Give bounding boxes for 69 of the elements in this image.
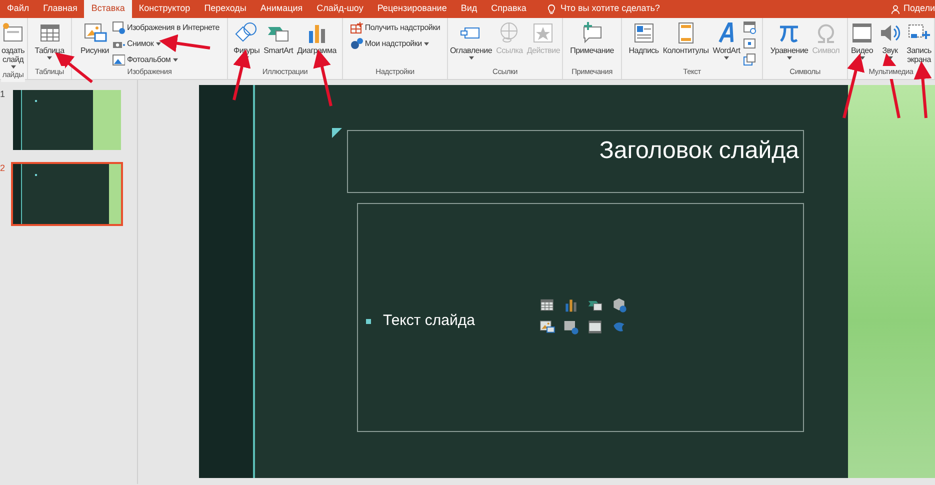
caret-icon bbox=[47, 56, 52, 60]
ribbon-tab[interactable]: Справка bbox=[484, 0, 534, 18]
ribbon-tab[interactable]: Переходы bbox=[197, 0, 254, 18]
bullet-icon bbox=[366, 318, 371, 324]
share-button[interactable]: Подели bbox=[903, 2, 935, 16]
bar-chart-icon[interactable] bbox=[563, 297, 579, 313]
date-time-icon[interactable] bbox=[743, 21, 756, 34]
ribbon-tab[interactable]: Конструктор bbox=[132, 0, 198, 18]
caret-icon bbox=[724, 56, 730, 60]
ribbon-tab[interactable]: Вид bbox=[454, 0, 484, 18]
ribbon-button[interactable]: Звук bbox=[877, 21, 903, 60]
ribbon-tab[interactable]: Слайд-шоу bbox=[310, 0, 370, 18]
ribbon-button[interactable]: Примечание bbox=[569, 21, 615, 56]
search-field[interactable]: Что вы хотите сделать? bbox=[560, 2, 660, 16]
caret-icon bbox=[468, 56, 474, 60]
slide-thumbnail[interactable] bbox=[11, 162, 123, 226]
caret-icon bbox=[786, 56, 792, 60]
online-picture-icon[interactable] bbox=[563, 319, 579, 335]
ribbon-button[interactable]: Таблица bbox=[34, 21, 66, 60]
picture-icon bbox=[82, 21, 107, 45]
ribbon-button[interactable]: Фотоальбом bbox=[112, 53, 220, 66]
ribbon-button[interactable]: Уравнение bbox=[769, 21, 810, 60]
annotation-arrow bbox=[842, 53, 865, 118]
slide-number: 1 bbox=[0, 88, 6, 101]
ribbon-button[interactable]: Рисунки bbox=[80, 21, 110, 56]
ribbon-button[interactable]: Диаграмма bbox=[296, 21, 338, 56]
ribbon-button[interactable]: Фигуры bbox=[232, 21, 261, 60]
text-box-icon bbox=[632, 21, 656, 45]
person-icon bbox=[891, 4, 900, 14]
ribbon-tab[interactable]: Вставка bbox=[84, 0, 132, 18]
film-icon bbox=[850, 21, 874, 45]
picture-icon[interactable] bbox=[539, 319, 555, 335]
object-icon[interactable] bbox=[743, 53, 756, 66]
photo-album-icon bbox=[112, 53, 125, 66]
caret-icon bbox=[172, 58, 178, 62]
slide-thumbnail[interactable] bbox=[11, 88, 123, 152]
ribbon-tab[interactable]: Файл bbox=[0, 0, 36, 18]
ribbon-button[interactable]: Мои надстройки bbox=[350, 37, 440, 50]
title-placeholder[interactable]: Заголовок слайда bbox=[347, 130, 804, 193]
ribbon-button[interactable]: WordArt bbox=[712, 21, 742, 60]
annotation-arrow bbox=[159, 34, 210, 52]
ribbon-button[interactable]: Надпись bbox=[628, 21, 660, 56]
bullet-text[interactable]: Текст слайда bbox=[383, 310, 475, 332]
ribbon-tab[interactable]: Рецензирование bbox=[370, 0, 454, 18]
corner-mark-icon bbox=[332, 128, 342, 138]
table-icon[interactable] bbox=[539, 297, 555, 313]
ribbon-button[interactable]: Запись экрана bbox=[905, 21, 933, 65]
ribbon-button[interactable]: SmartArt bbox=[262, 21, 294, 56]
ribbon-button[interactable]: Колонтитулы bbox=[662, 21, 710, 56]
caret-icon bbox=[860, 56, 864, 60]
slide-number: 2 bbox=[0, 162, 6, 175]
ribbon-button[interactable]: Снимок bbox=[112, 37, 220, 50]
add-in-store-icon bbox=[350, 21, 363, 34]
ribbon-button[interactable]: Изображения в Интернете bbox=[112, 21, 220, 34]
ribbon-button[interactable]: оздать слайд bbox=[0, 21, 26, 69]
caret-icon bbox=[156, 42, 161, 46]
ribbon-button[interactable]: Оглавление bbox=[448, 21, 494, 60]
3d-model-icon[interactable] bbox=[611, 297, 627, 313]
ribbon-tab[interactable]: Анимация bbox=[253, 0, 310, 18]
caret-icon bbox=[888, 56, 892, 60]
add-ins-icon bbox=[350, 37, 363, 50]
online-picture-icon bbox=[112, 21, 125, 34]
caret-icon bbox=[424, 42, 429, 46]
slide-number-icon[interactable] bbox=[743, 37, 756, 50]
ribbon-button[interactable]: Получить надстройки bbox=[350, 21, 440, 34]
lightbulb-icon[interactable] bbox=[547, 4, 556, 14]
film-icon[interactable] bbox=[587, 319, 603, 335]
ribbon-tab[interactable]: Главная bbox=[36, 0, 84, 18]
ribbon-button[interactable]: Видео bbox=[849, 21, 875, 60]
